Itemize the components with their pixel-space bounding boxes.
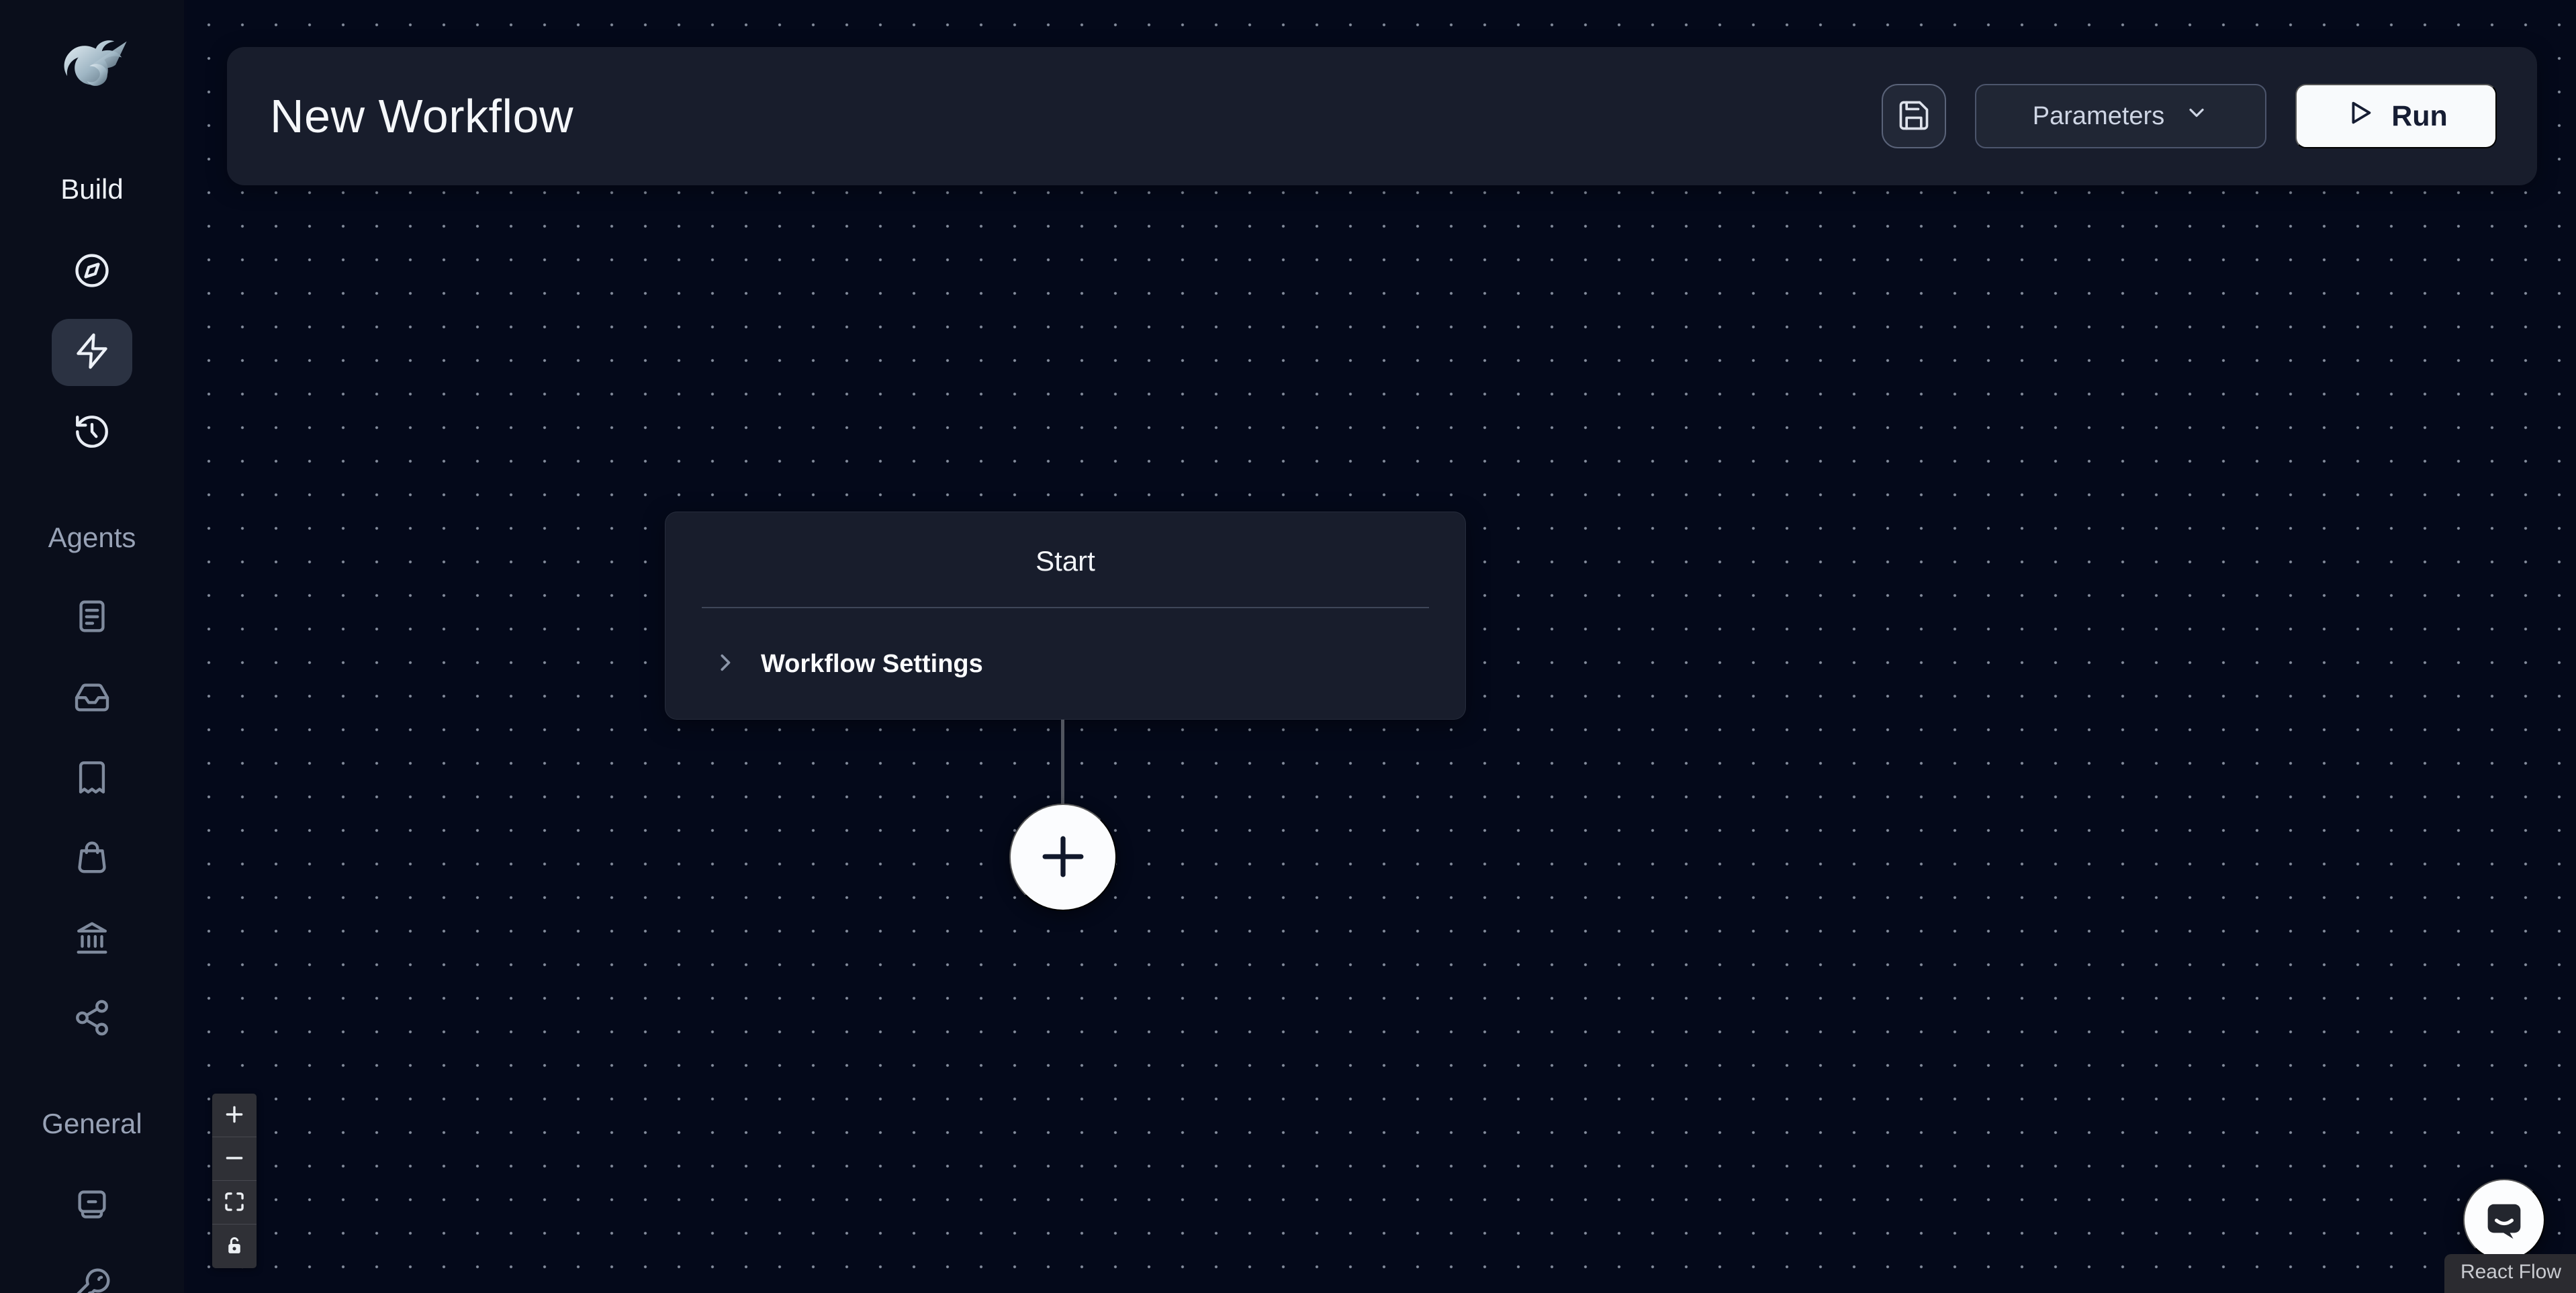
workflow-header: New Workflow Parameters bbox=[227, 47, 2537, 185]
zoom-in-button[interactable] bbox=[212, 1094, 257, 1137]
sidebar-section-agents: Agents bbox=[0, 522, 184, 554]
share-icon bbox=[73, 998, 111, 1041]
chat-bubble-icon bbox=[2479, 1194, 2529, 1246]
start-node-title: Start bbox=[665, 512, 1465, 578]
header-actions: Parameters Run bbox=[1882, 84, 2497, 148]
sidebar-item-notes[interactable] bbox=[52, 584, 132, 651]
sidebar-section-build: Build bbox=[0, 173, 184, 205]
run-button[interactable]: Run bbox=[2295, 84, 2497, 148]
chat-launcher-button[interactable] bbox=[2463, 1179, 2545, 1261]
zoom-out-icon bbox=[223, 1147, 246, 1171]
bank-icon bbox=[73, 919, 111, 961]
key-icon bbox=[73, 1267, 111, 1293]
sidebar-item-receipts[interactable] bbox=[52, 745, 132, 812]
sidebar-item-explore[interactable] bbox=[52, 238, 132, 305]
fit-view-icon bbox=[223, 1190, 246, 1215]
fit-view-button[interactable] bbox=[212, 1181, 257, 1225]
run-label: Run bbox=[2391, 100, 2448, 133]
sidebar-item-inbox[interactable] bbox=[52, 665, 132, 732]
parameters-dropdown[interactable]: Parameters bbox=[1975, 84, 2266, 148]
parameters-label: Parameters bbox=[2033, 102, 2164, 131]
sidebar-item-subscription[interactable] bbox=[52, 1171, 132, 1239]
shopping-bag-icon bbox=[73, 837, 111, 879]
sidebar-section-general: General bbox=[0, 1108, 184, 1140]
zoom-out-button[interactable] bbox=[212, 1137, 257, 1181]
plus-icon bbox=[1032, 826, 1094, 890]
flow-canvas[interactable]: New Workflow Parameters bbox=[187, 0, 2576, 1293]
chevron-down-icon bbox=[2184, 101, 2209, 132]
react-flow-attribution[interactable]: React Flow bbox=[2444, 1254, 2576, 1293]
save-button[interactable] bbox=[1882, 84, 1946, 148]
workflow-settings-toggle[interactable]: Workflow Settings bbox=[665, 650, 1465, 679]
sidebar-item-finance[interactable] bbox=[52, 906, 132, 973]
unlock-icon bbox=[223, 1234, 246, 1259]
card-reader-icon bbox=[73, 1184, 111, 1227]
lightning-icon bbox=[73, 332, 111, 374]
sidebar-item-integrations[interactable] bbox=[52, 986, 132, 1053]
start-node-divider bbox=[702, 607, 1429, 608]
sidebar: Build bbox=[0, 0, 184, 1293]
chevron-right-icon bbox=[712, 650, 738, 679]
workflow-settings-label: Workflow Settings bbox=[761, 650, 983, 679]
notes-icon bbox=[73, 597, 111, 639]
dragon-logo-icon[interactable] bbox=[52, 34, 132, 117]
compass-icon bbox=[73, 251, 111, 293]
zoom-in-icon bbox=[223, 1103, 246, 1128]
play-icon bbox=[2344, 97, 2375, 136]
lock-toggle-button[interactable] bbox=[212, 1225, 257, 1268]
sidebar-item-workflows[interactable] bbox=[52, 319, 132, 386]
sidebar-item-marketplace[interactable] bbox=[52, 824, 132, 892]
sidebar-item-credentials[interactable] bbox=[52, 1254, 132, 1293]
sidebar-item-history[interactable] bbox=[52, 399, 132, 467]
inbox-icon bbox=[73, 677, 111, 720]
node-connector-edge bbox=[1061, 720, 1064, 806]
history-icon bbox=[73, 412, 111, 454]
receipt-icon bbox=[73, 758, 111, 800]
add-node-button[interactable] bbox=[1009, 804, 1117, 911]
workflow-builder-app: Build bbox=[0, 0, 2576, 1293]
start-node[interactable]: Start Workflow Settings bbox=[665, 512, 1466, 720]
workflow-title[interactable]: New Workflow bbox=[270, 89, 573, 143]
save-icon bbox=[1896, 98, 1931, 135]
flow-controls bbox=[212, 1094, 257, 1268]
